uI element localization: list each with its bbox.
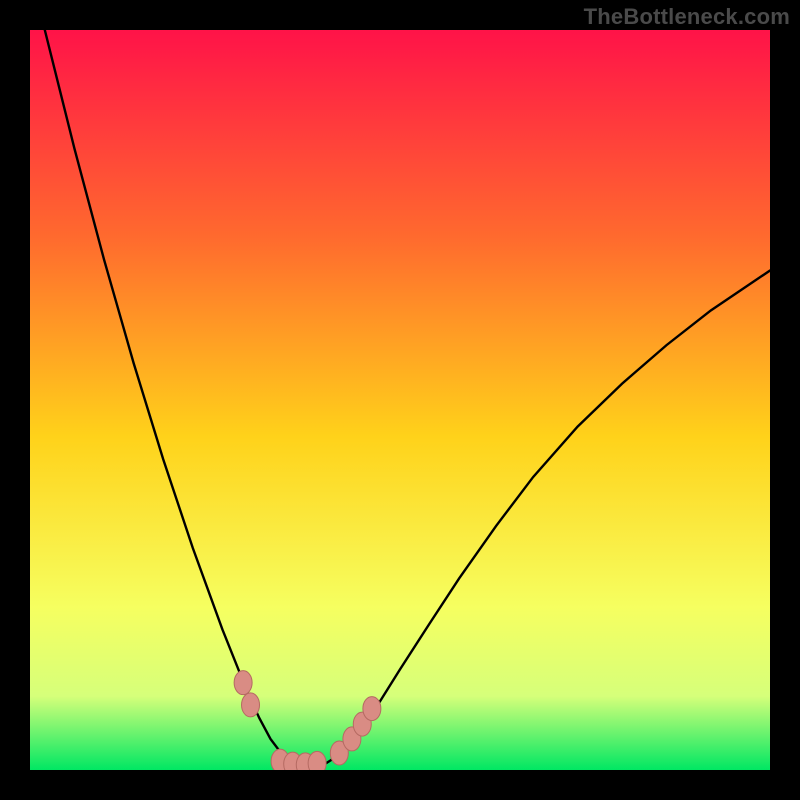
- plot-area: [30, 30, 770, 770]
- chart-frame: TheBottleneck.com: [0, 0, 800, 800]
- data-marker: [363, 697, 381, 721]
- data-marker: [234, 671, 252, 695]
- data-marker: [242, 693, 260, 717]
- data-marker: [308, 751, 326, 770]
- chart-svg: [30, 30, 770, 770]
- gradient-background: [30, 30, 770, 770]
- watermark-text: TheBottleneck.com: [584, 4, 790, 30]
